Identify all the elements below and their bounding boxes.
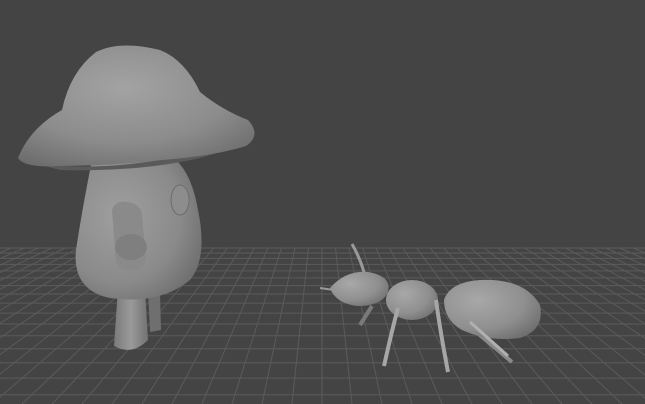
viewport-canvas[interactable]: [0, 0, 645, 404]
mushroom-ear: [170, 184, 190, 216]
3d-viewport[interactable]: [0, 0, 645, 404]
ant-thorax: [386, 280, 438, 320]
mushroom-arm-hand: [115, 234, 147, 260]
